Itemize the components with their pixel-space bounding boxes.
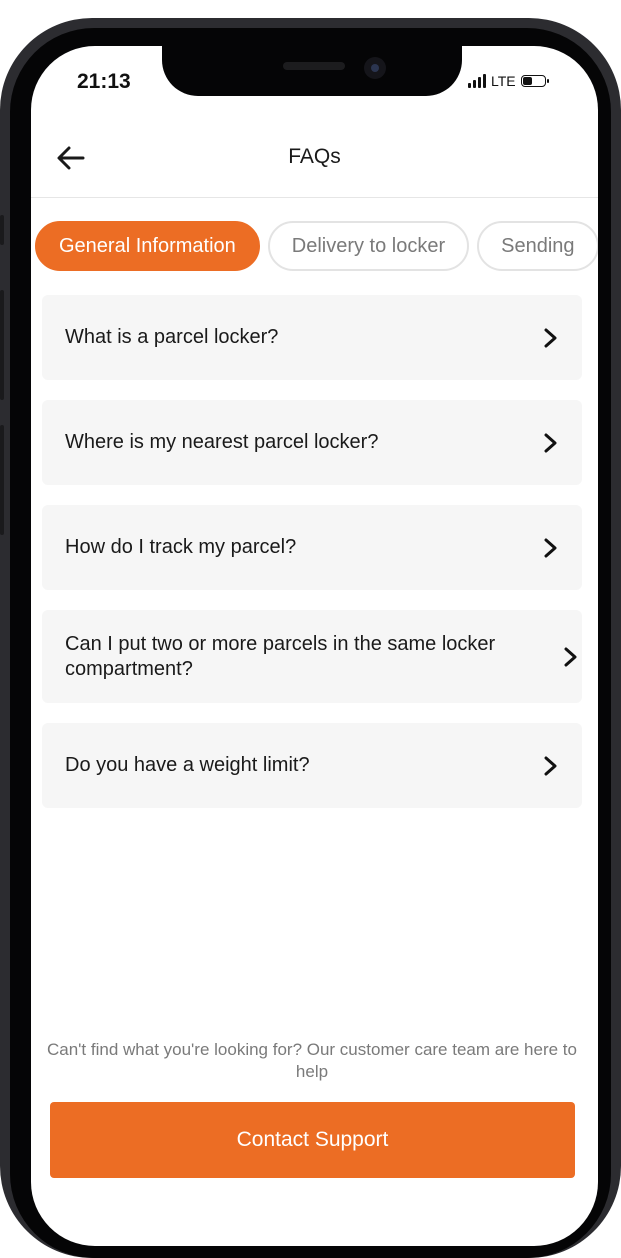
contact-support-label: Contact Support: [236, 1128, 389, 1151]
network-type: LTE: [491, 73, 516, 89]
faq-item[interactable]: Can I put two or more parcels in the sam…: [42, 610, 582, 703]
tab-delivery-to-locker[interactable]: Delivery to locker: [267, 221, 470, 271]
tab-general-information[interactable]: General Information: [35, 221, 260, 271]
help-text: Can't find what you're looking for? Our …: [47, 1040, 577, 1081]
side-button: [0, 425, 4, 535]
contact-support-button[interactable]: Contact Support: [50, 1102, 575, 1178]
chevron-right-icon: [544, 538, 557, 557]
side-button: [0, 215, 4, 245]
status-time: 21:13: [77, 70, 131, 93]
signal-icon: [468, 74, 486, 88]
faq-item[interactable]: How do I track my parcel?: [42, 505, 582, 590]
page-title: FAQs: [288, 145, 341, 168]
chevron-right-icon: [544, 433, 557, 452]
tab-label: General Information: [59, 234, 236, 257]
faq-item[interactable]: Do you have a weight limit?: [42, 723, 582, 808]
chevron-right-icon: [544, 328, 557, 347]
category-tabs: General Information Delivery to locker S…: [35, 221, 598, 275]
front-camera: [364, 57, 386, 79]
chevron-right-icon: [544, 756, 557, 775]
chevron-right-icon: [564, 647, 577, 666]
faq-question: Do you have a weight limit?: [65, 754, 310, 776]
faq-question: How do I track my parcel?: [65, 536, 297, 558]
faq-question: Can I put two or more parcels in the sam…: [65, 632, 496, 680]
status-indicators: LTE: [468, 73, 549, 89]
speaker-grille: [283, 62, 345, 70]
app-header: FAQs: [31, 118, 598, 198]
tab-label: Sending: [501, 234, 575, 257]
tab-label: Delivery to locker: [291, 234, 446, 257]
faq-list: What is a parcel locker? Where is my nea…: [42, 295, 582, 828]
faq-question: What is a parcel locker?: [65, 326, 279, 348]
notch: [162, 46, 462, 96]
tab-sending[interactable]: Sending: [477, 221, 598, 271]
faq-item[interactable]: Where is my nearest parcel locker?: [42, 400, 582, 485]
faq-question: Where is my nearest parcel locker?: [65, 431, 379, 453]
side-button: [0, 290, 4, 400]
battery-icon: [520, 75, 549, 87]
faq-item[interactable]: What is a parcel locker?: [42, 295, 582, 380]
